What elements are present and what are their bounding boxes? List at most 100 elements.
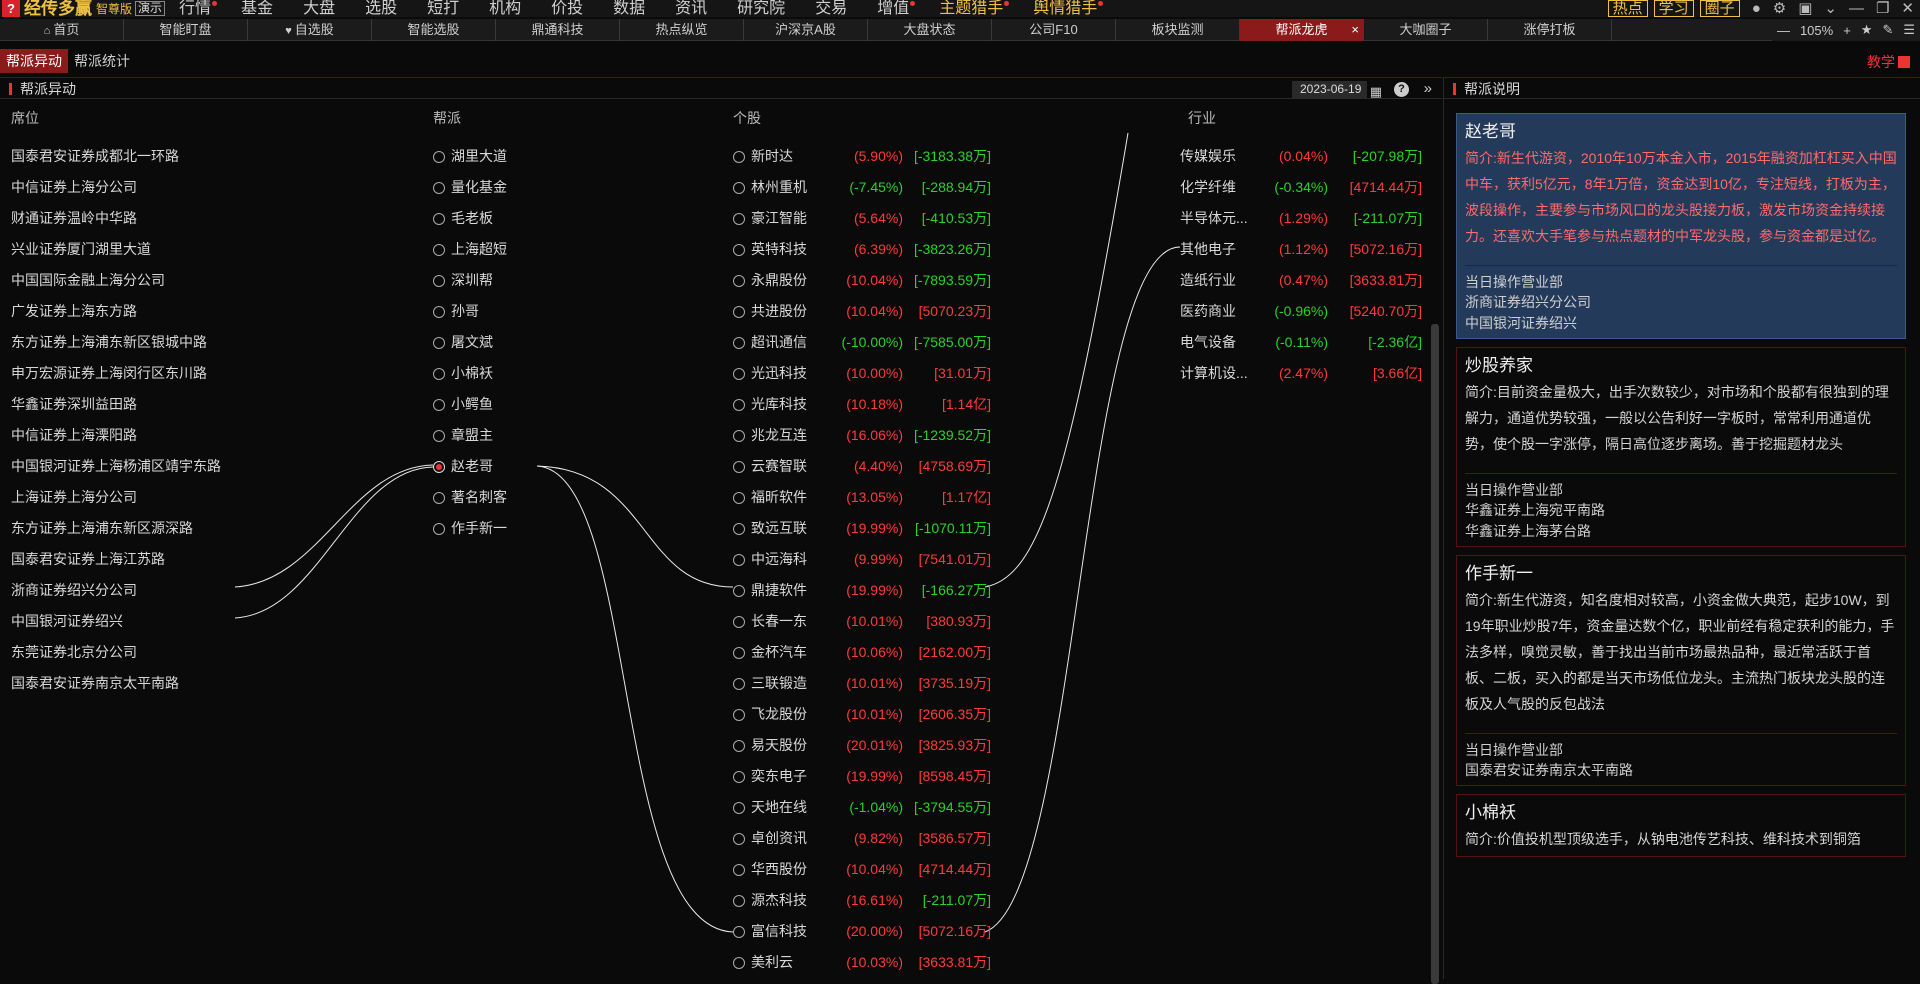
industry-item[interactable]: 计算机设... (2.47%) [3.66亿] [1180,358,1422,389]
menu-item[interactable]: 行情 [179,0,218,17]
radio-button[interactable] [733,460,745,473]
menu-item[interactable]: 选股 [365,0,397,17]
faction-card[interactable]: 炒股养家 简介:目前资金量极大，出手次数较少，对市场和个股都有很独到的理解力，通道… [1456,347,1906,547]
seat-item[interactable]: 国泰君安证券南京太平南路 [11,668,221,699]
faction-item[interactable]: 量化基金 [433,172,507,203]
tab-item[interactable]: 热点纵览 [620,19,744,41]
seat-item[interactable]: 上海证券上海分公司 [11,482,221,513]
seat-item[interactable]: 东方证券上海浦东新区源深路 [11,513,221,544]
stock-item[interactable]: 中远海科 (9.99%) [7541.01万] [733,544,991,575]
menu-item[interactable]: 增值 [877,0,916,17]
subtab-faction-activity[interactable]: 帮派异动 [0,49,68,73]
teach-link[interactable]: 教学 [1867,52,1910,72]
radio-button[interactable] [433,336,445,349]
radio-button[interactable] [733,522,745,535]
seat-item[interactable]: 中信证券上海分公司 [11,172,221,203]
menu-item[interactable]: 主题猎手 [939,0,1010,17]
radio-button[interactable] [733,336,745,349]
tab-item[interactable]: 板块监测 [1116,19,1240,41]
tab-item[interactable]: 智能选股 [372,19,496,41]
stock-item[interactable]: 华西股份 (10.04%) [4714.44万] [733,854,991,885]
tab-item[interactable]: 大盘状态 [868,19,992,41]
stock-item[interactable]: 飞龙股份 (10.01%) [2606.35万] [733,699,991,730]
industry-item[interactable]: 化学纤维 (-0.34%) [4714.44万] [1180,172,1422,203]
radio-button[interactable] [733,274,745,287]
industry-item[interactable]: 传媒娱乐 (0.04%) [-207.98万] [1180,141,1422,172]
stock-item[interactable]: 鼎捷软件 (19.99%) [-166.27万] [733,575,991,606]
radio-button[interactable] [733,925,745,938]
radio-button[interactable] [733,863,745,876]
radio-button[interactable] [433,274,445,287]
stock-item[interactable]: 长春一东 (10.01%) [380.93万] [733,606,991,637]
radio-button[interactable] [733,584,745,597]
industry-item[interactable]: 半导体元... (1.29%) [-211.07万] [1180,203,1422,234]
tab-item[interactable]: 鼎通科技 [496,19,620,41]
subtab-faction-stats[interactable]: 帮派统计 [68,49,136,73]
seat-item[interactable]: 中国银河证券上海杨浦区靖宇东路 [11,451,221,482]
stock-item[interactable]: 金杯汽车 (10.06%) [2162.00万] [733,637,991,668]
demo-badge[interactable]: 演示 [135,1,166,16]
menu-item[interactable]: 大盘 [303,0,335,17]
stock-item[interactable]: 云赛智联 (4.40%) [4758.69万] [733,451,991,482]
faction-card[interactable]: 赵老哥 简介:新生代游资，2010年10万本金入市，2015年融资加杠杠买入中国中… [1456,113,1906,339]
seat-item[interactable]: 浙商证券绍兴分公司 [11,575,221,606]
stock-item[interactable]: 富信科技 (20.00%) [5072.16万] [733,916,991,947]
radio-button[interactable] [733,770,745,783]
tab-item[interactable]: 帮派龙虎 × [1240,19,1364,41]
scrollbar[interactable] [1431,324,1439,984]
menu-item[interactable]: 价投 [551,0,583,17]
faction-item[interactable]: 孙哥 [433,296,507,327]
faction-item[interactable]: 上海超短 [433,234,507,265]
stock-item[interactable]: 光库科技 (10.18%) [1.14亿] [733,389,991,420]
tab-item[interactable]: 涨停打板 [1488,19,1612,41]
learn-button[interactable]: 学习 [1653,0,1694,17]
radio-button[interactable] [733,212,745,225]
seat-item[interactable]: 东方证券上海浦东新区银城中路 [11,327,221,358]
radio-button[interactable] [433,491,445,504]
stock-item[interactable]: 光迅科技 (10.00%) [31.01万] [733,358,991,389]
radio-button[interactable] [433,367,445,380]
menu-item[interactable]: 数据 [613,0,645,17]
hot-button[interactable]: 热点 [1607,0,1648,17]
stock-item[interactable]: 天地在线 (-1.04%) [-3794.55万] [733,792,991,823]
star-icon[interactable]: ★ [1861,22,1873,38]
tab-item[interactable]: 大咖圈子 [1364,19,1488,41]
seat-item[interactable]: 东莞证券北京分公司 [11,637,221,668]
radio-button[interactable] [733,491,745,504]
seat-item[interactable]: 国泰君安证券上海江苏路 [11,544,221,575]
radio-button[interactable] [433,150,445,163]
seat-item[interactable]: 华鑫证券深圳益田路 [11,389,221,420]
stock-item[interactable]: 英特科技 (6.39%) [-3823.26万] [733,234,991,265]
industry-item[interactable]: 医药商业 (-0.96%) [5240.70万] [1180,296,1422,327]
radio-button[interactable] [733,677,745,690]
seat-item[interactable]: 申万宏源证券上海闵行区东川路 [11,358,221,389]
tab-item[interactable]: ♥ 自选股 [248,19,372,41]
window-icon[interactable]: ▣ [1798,0,1812,17]
stock-item[interactable]: 易天股份 (20.01%) [3825.93万] [733,730,991,761]
radio-button[interactable] [733,646,745,659]
faction-card[interactable]: 作手新一 简介:新生代游资，知名度相对较高，小资金做大典范，起步10W，到19年职… [1456,555,1906,786]
faction-item[interactable]: 屠文斌 [433,327,507,358]
radio-button[interactable] [733,894,745,907]
tab-item[interactable]: 公司F10 [992,19,1116,41]
industry-item[interactable]: 其他电子 (1.12%) [5072.16万] [1180,234,1422,265]
edit-icon[interactable]: ✎ [1882,22,1893,38]
stock-item[interactable]: 奕东电子 (19.99%) [8598.45万] [733,761,991,792]
stock-item[interactable]: 新时达 (5.90%) [-3183.38万] [733,141,991,172]
seat-item[interactable]: 中国国际金融上海分公司 [11,265,221,296]
radio-button[interactable] [733,956,745,969]
tab-item[interactable]: ⌂ 首页 [0,19,124,41]
stock-item[interactable]: 共进股份 (10.04%) [5070.23万] [733,296,991,327]
user-icon[interactable]: ● [1752,0,1761,17]
close-icon[interactable]: ✕ [1901,0,1914,17]
stock-item[interactable]: 源杰科技 (16.61%) [-211.07万] [733,885,991,916]
faction-item[interactable]: 章盟主 [433,420,507,451]
faction-card[interactable]: 小棉袄 简介:价值投机型顶级选手，从钠电池传艺科技、维科技术到铜箔 [1456,794,1906,857]
faction-item[interactable]: 湖里大道 [433,141,507,172]
radio-button[interactable] [433,243,445,256]
radio-button[interactable] [733,150,745,163]
radio-button[interactable] [733,305,745,318]
stock-item[interactable]: 林州重机 (-7.45%) [-288.94万] [733,172,991,203]
radio-button[interactable] [433,460,445,473]
radio-button[interactable] [733,801,745,814]
